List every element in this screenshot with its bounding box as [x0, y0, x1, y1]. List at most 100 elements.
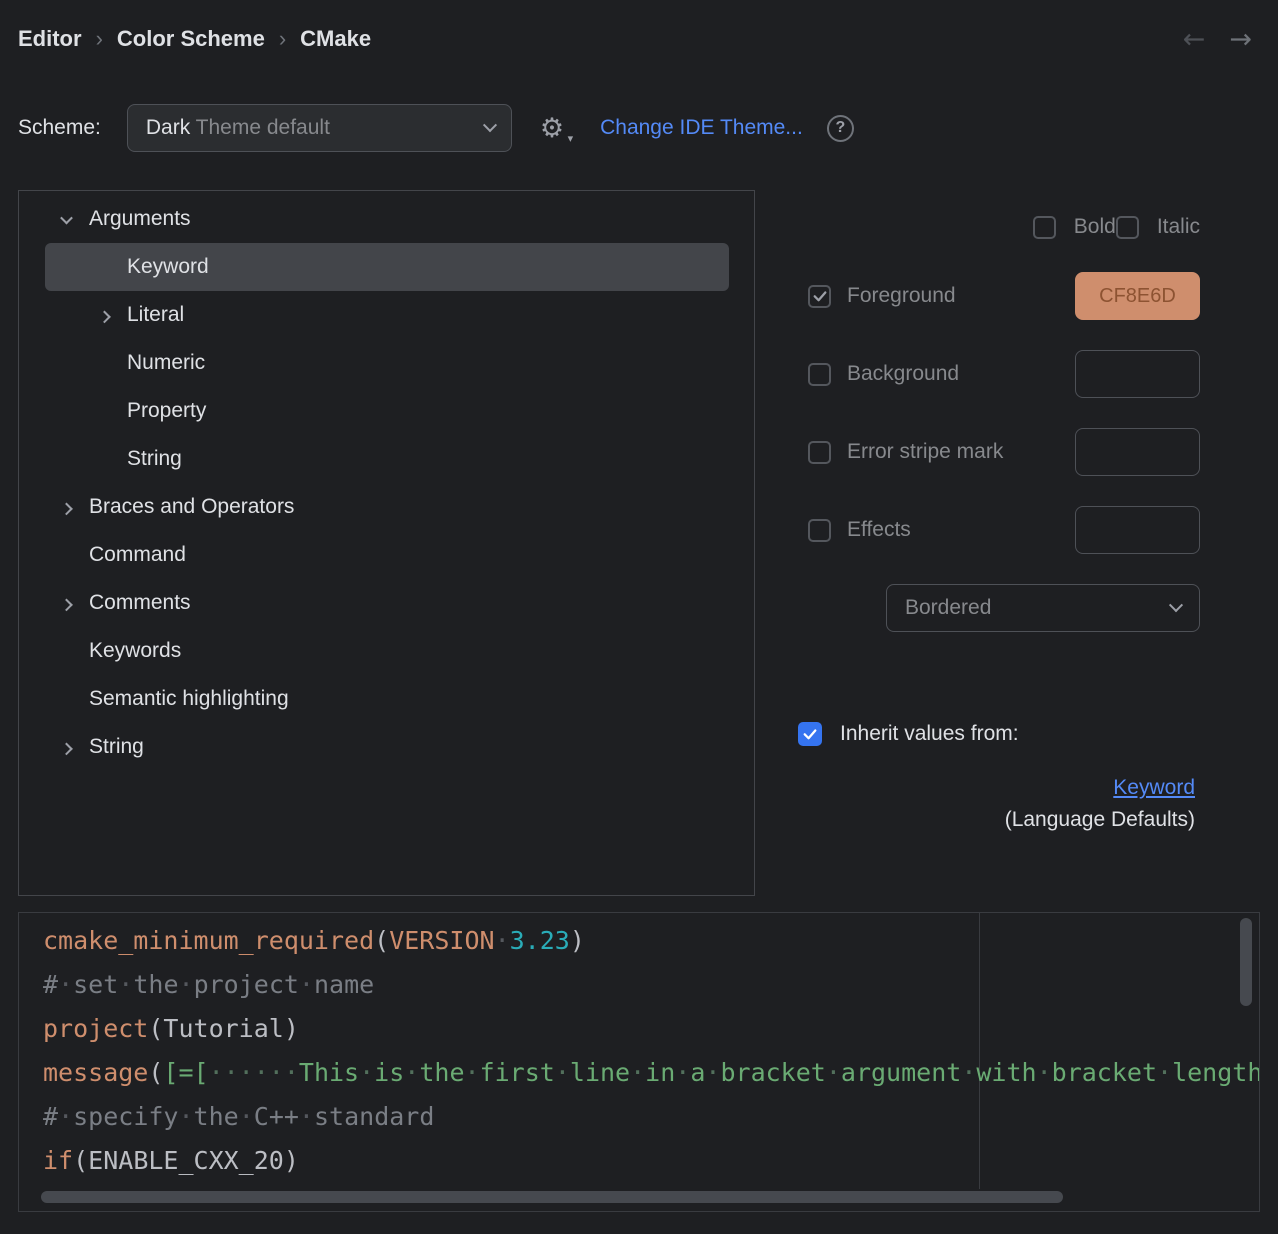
tree-item-label: Keywords	[89, 639, 181, 663]
tree-item[interactable]: Literal	[45, 291, 729, 339]
code-line: #·specify·the·C++·standard	[43, 1095, 1259, 1139]
tree-item[interactable]: Arguments	[45, 195, 729, 243]
attribute-row: Effects	[790, 506, 1200, 554]
tree-item[interactable]: Keyword	[45, 243, 729, 291]
code-line: #·set·the·project·name	[43, 963, 1259, 1007]
tree-item[interactable]: Semantic highlighting	[45, 675, 729, 723]
code-line: message([=[······This·is·the·first·line·…	[43, 1051, 1259, 1095]
check-icon	[802, 726, 819, 743]
tree-chevron-icon[interactable]	[53, 494, 79, 520]
font-style-row: Bold Italic	[790, 214, 1200, 240]
italic-label: Italic	[1157, 215, 1200, 239]
code-line: cmake_minimum_required(VERSION·3.23)	[43, 919, 1259, 963]
tree-chevron-icon[interactable]	[53, 686, 79, 712]
color-value-field[interactable]	[1075, 428, 1200, 476]
tree-chevron-icon[interactable]	[53, 542, 79, 568]
scheme-row: Scheme: Dark Theme default Change IDE Th…	[18, 104, 1260, 152]
tree-chevron-icon[interactable]	[91, 398, 117, 424]
help-icon[interactable]	[827, 115, 854, 142]
attribute-label: Background	[847, 362, 959, 386]
tree-item[interactable]: String	[45, 723, 729, 771]
italic-checkbox[interactable]	[1116, 216, 1139, 239]
tree-item-label: Literal	[127, 303, 184, 327]
tree-item[interactable]: Comments	[45, 579, 729, 627]
breadcrumb-color-scheme[interactable]: Color Scheme	[117, 26, 265, 52]
breadcrumb-separator-icon: ›	[279, 26, 286, 52]
attribute-options-panel: Bold Italic Foreground CF8E6D	[790, 190, 1200, 896]
forward-arrow-icon[interactable]	[1229, 24, 1252, 55]
gear-icon[interactable]	[540, 115, 564, 142]
chevron-down-icon	[1169, 598, 1183, 612]
inherit-source-context: (Language Defaults)	[790, 808, 1200, 832]
attribute-checkbox[interactable]	[808, 363, 831, 386]
attribute-row: Background	[790, 350, 1200, 398]
attribute-checkbox[interactable]	[808, 519, 831, 542]
effects-style-value: Bordered	[905, 596, 991, 620]
attribute-checkbox[interactable]	[808, 285, 831, 308]
inherit-source-link[interactable]: Keyword	[790, 776, 1200, 800]
color-value-field[interactable]: CF8E6D	[1075, 272, 1200, 320]
tree-item[interactable]: Command	[45, 531, 729, 579]
bold-checkbox[interactable]	[1033, 216, 1056, 239]
breadcrumb: Editor › Color Scheme › CMake	[18, 26, 371, 52]
tree-chevron-icon[interactable]	[91, 446, 117, 472]
history-navigation	[1183, 24, 1260, 55]
scheme-select[interactable]: Dark Theme default	[127, 104, 512, 152]
color-value-text: CF8E6D	[1099, 285, 1176, 308]
tree-chevron-icon[interactable]	[53, 206, 79, 232]
tree-chevron-icon[interactable]	[91, 254, 117, 280]
color-options-tree: Arguments Keyword Literal Numeric	[18, 190, 755, 896]
horizontal-scrollbar[interactable]	[41, 1191, 1063, 1203]
tree-chevron-icon[interactable]	[91, 302, 117, 328]
tree-item-label: Braces and Operators	[89, 495, 294, 519]
tree-chevron-icon[interactable]	[53, 590, 79, 616]
tree-item[interactable]: Property	[45, 387, 729, 435]
settings-page: Editor › Color Scheme › CMake Scheme: Da…	[0, 0, 1278, 1234]
change-ide-theme-link[interactable]: Change IDE Theme...	[600, 116, 803, 140]
breadcrumb-cmake: CMake	[300, 26, 371, 52]
tree-chevron-icon[interactable]	[53, 638, 79, 664]
code-line: project(Tutorial)	[43, 1007, 1259, 1051]
preview-pane[interactable]: cmake_minimum_required(VERSION·3.23)#·se…	[18, 912, 1260, 1212]
scheme-value: Dark	[146, 116, 190, 140]
breadcrumb-separator-icon: ›	[96, 26, 103, 52]
color-value-field[interactable]	[1075, 506, 1200, 554]
attribute-label: Foreground	[847, 284, 956, 308]
inherit-row: Inherit values from:	[790, 722, 1200, 746]
attribute-checkbox[interactable]	[808, 441, 831, 464]
tree-item[interactable]: String	[45, 435, 729, 483]
tree-item-label: Arguments	[89, 207, 191, 231]
scheme-value-suffix: Theme default	[190, 116, 330, 140]
effects-style-select[interactable]: Bordered	[886, 584, 1200, 632]
attribute-row: Error stripe mark	[790, 428, 1200, 476]
scheme-editor-content: Arguments Keyword Literal Numeric	[18, 190, 1260, 896]
breadcrumb-editor[interactable]: Editor	[18, 26, 82, 52]
tree-item[interactable]: Numeric	[45, 339, 729, 387]
attribute-label: Effects	[847, 518, 911, 542]
tree-item-label: Keyword	[127, 255, 209, 279]
bold-label: Bold	[1074, 215, 1116, 239]
tree-item-label: Numeric	[127, 351, 205, 375]
chevron-down-icon	[483, 118, 497, 132]
tree-item-label: Property	[127, 399, 206, 423]
inherit-label: Inherit values from:	[840, 722, 1019, 746]
code-line: if(ENABLE_CXX_20)	[43, 1139, 1259, 1183]
back-arrow-icon[interactable]	[1183, 24, 1206, 55]
attribute-row: Foreground CF8E6D	[790, 272, 1200, 320]
tree-item-label: Comments	[89, 591, 191, 615]
tree-item-label: String	[89, 735, 144, 759]
tree-item-label: Command	[89, 543, 186, 567]
tree-item[interactable]: Braces and Operators	[45, 483, 729, 531]
attribute-label: Error stripe mark	[847, 440, 1003, 464]
inherit-checkbox[interactable]	[798, 722, 822, 746]
scheme-label: Scheme:	[18, 116, 101, 140]
tree-item[interactable]: Keywords	[45, 627, 729, 675]
tree-chevron-icon[interactable]	[53, 734, 79, 760]
check-icon	[811, 288, 828, 305]
color-value-field[interactable]	[1075, 350, 1200, 398]
tree-item-label: String	[127, 447, 182, 471]
code-sample: cmake_minimum_required(VERSION·3.23)#·se…	[19, 913, 1259, 1183]
vertical-scrollbar[interactable]	[1240, 918, 1252, 1006]
tree-chevron-icon[interactable]	[91, 350, 117, 376]
breadcrumb-bar: Editor › Color Scheme › CMake	[18, 0, 1260, 54]
